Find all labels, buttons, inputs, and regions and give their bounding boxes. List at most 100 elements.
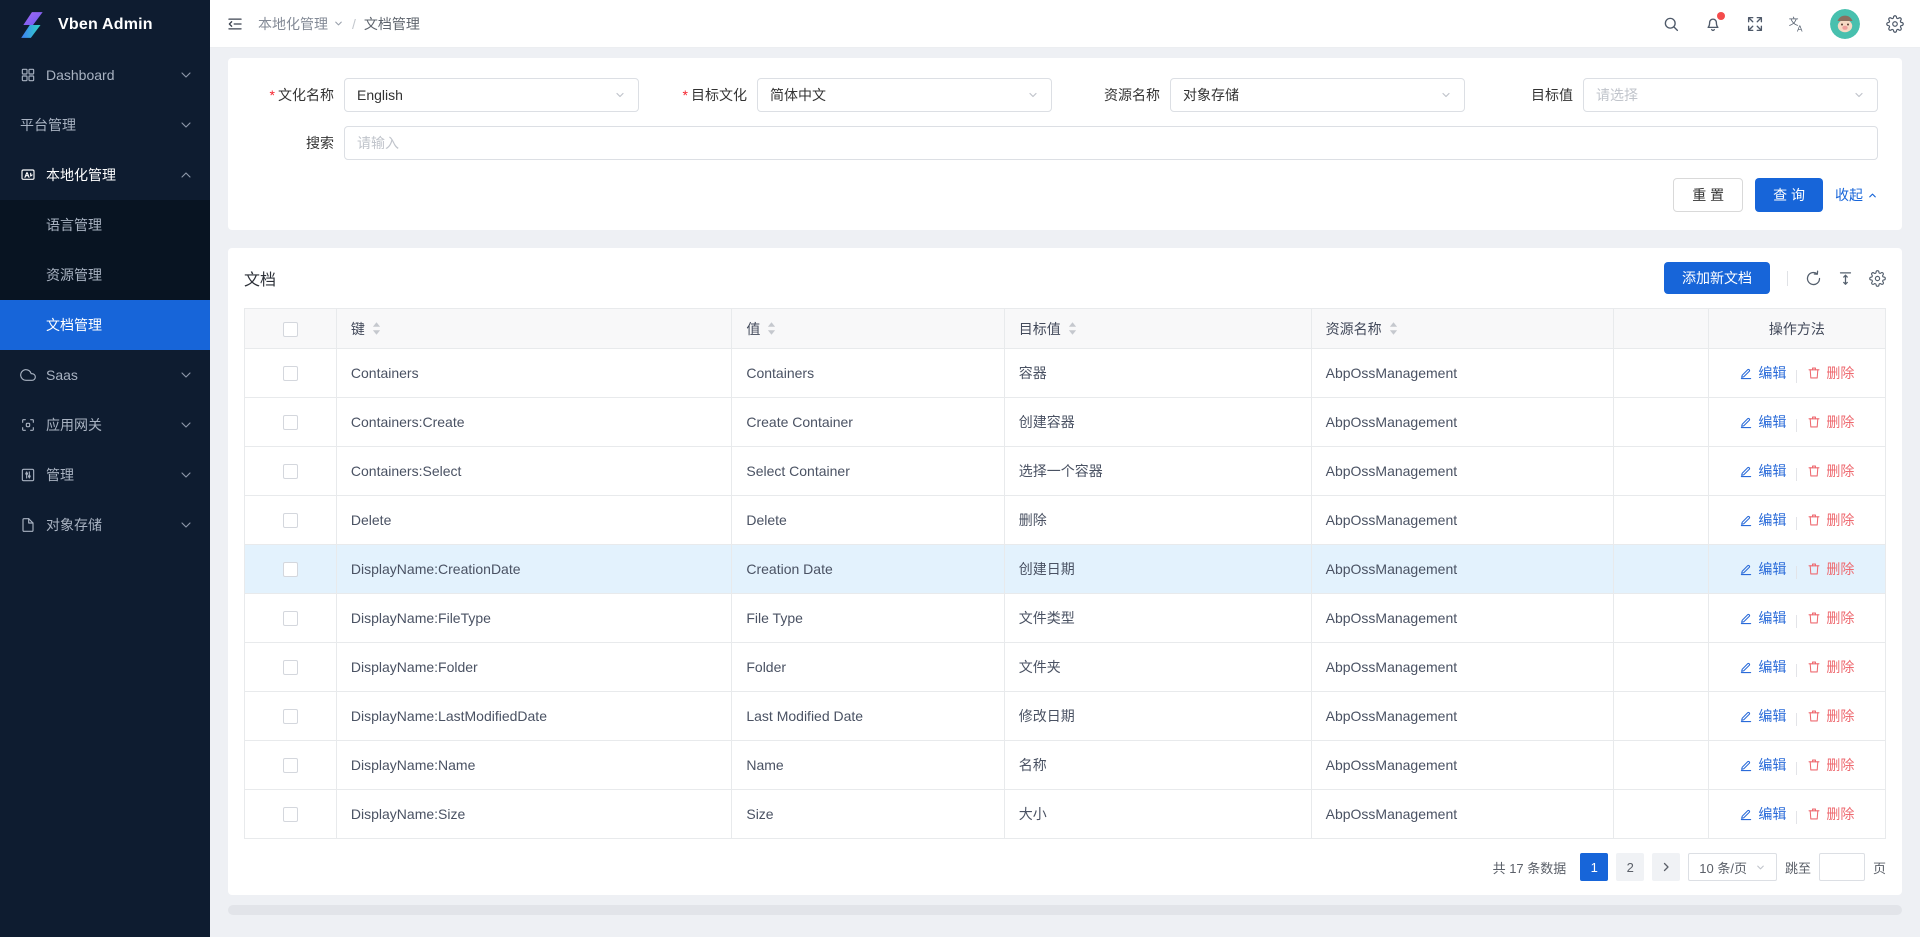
row-checkbox[interactable] xyxy=(283,562,298,577)
page-button-1[interactable]: 1 xyxy=(1580,853,1608,881)
search-icon[interactable] xyxy=(1662,15,1680,33)
settings-gear-icon[interactable] xyxy=(1886,15,1904,33)
reset-button[interactable]: 重 置 xyxy=(1673,178,1743,212)
cell-value: Delete xyxy=(732,496,1004,545)
action-divider xyxy=(1796,811,1797,824)
edit-button[interactable]: 编辑 xyxy=(1739,559,1786,579)
horizontal-scrollbar[interactable] xyxy=(228,905,1902,915)
sidebar-item-platform-management[interactable]: 平台管理 xyxy=(0,100,210,150)
delete-button[interactable]: 删除 xyxy=(1807,510,1854,530)
next-page-button[interactable] xyxy=(1652,853,1680,881)
row-checkbox[interactable] xyxy=(283,611,298,626)
row-checkbox[interactable] xyxy=(283,464,298,479)
jump-to-page-input[interactable] xyxy=(1819,853,1865,881)
delete-button[interactable]: 删除 xyxy=(1807,559,1854,579)
cell-empty xyxy=(1613,741,1708,790)
delete-button[interactable]: 删除 xyxy=(1807,804,1854,824)
sidebar-subitem-document-management[interactable]: 文档管理 xyxy=(0,300,210,350)
delete-button[interactable]: 删除 xyxy=(1807,412,1854,432)
edit-button[interactable]: 编辑 xyxy=(1739,412,1786,432)
delete-trash-icon xyxy=(1807,807,1821,821)
culture-name-select[interactable]: English xyxy=(344,78,639,112)
user-avatar[interactable] xyxy=(1830,9,1860,39)
row-checkbox[interactable] xyxy=(283,807,298,822)
notification-bell-icon[interactable] xyxy=(1704,15,1722,33)
action-divider xyxy=(1796,517,1797,530)
sort-caret-icon[interactable] xyxy=(1068,321,1077,336)
column-header-resource[interactable]: 资源名称 xyxy=(1311,309,1613,349)
refresh-icon[interactable] xyxy=(1805,270,1822,287)
field-target-culture: *目标文化 简体中文 xyxy=(665,78,1052,112)
query-button[interactable]: 查 询 xyxy=(1755,178,1823,212)
delete-trash-icon xyxy=(1807,415,1821,429)
cell-value: Create Container xyxy=(732,398,1004,447)
edit-button[interactable]: 编辑 xyxy=(1739,363,1786,383)
edit-button[interactable]: 编辑 xyxy=(1739,755,1786,775)
sidebar-subitem-resource-management[interactable]: 资源管理 xyxy=(0,250,210,300)
breadcrumb-item-localization[interactable]: 本地化管理 xyxy=(258,14,344,34)
sort-caret-icon[interactable] xyxy=(1389,321,1398,336)
row-checkbox[interactable] xyxy=(283,758,298,773)
chevron-down-icon xyxy=(1027,89,1039,101)
edit-button[interactable]: 编辑 xyxy=(1739,657,1786,677)
table-settings-gear-icon[interactable] xyxy=(1869,270,1886,287)
column-header-value[interactable]: 值 xyxy=(732,309,1004,349)
sidebar-collapse-icon[interactable] xyxy=(226,15,244,33)
cell-key: Containers xyxy=(336,349,731,398)
row-checkbox[interactable] xyxy=(283,415,298,430)
cloud-icon xyxy=(20,367,36,383)
delete-button[interactable]: 删除 xyxy=(1807,461,1854,481)
row-height-icon[interactable] xyxy=(1837,270,1854,287)
row-checkbox[interactable] xyxy=(283,709,298,724)
delete-button[interactable]: 删除 xyxy=(1807,657,1854,677)
delete-button[interactable]: 删除 xyxy=(1807,755,1854,775)
fullscreen-icon[interactable] xyxy=(1746,15,1764,33)
chevron-down-icon xyxy=(1755,862,1766,873)
app-logo[interactable]: Vben Admin xyxy=(0,0,210,50)
search-input[interactable] xyxy=(344,126,1878,160)
edit-button[interactable]: 编辑 xyxy=(1739,608,1786,628)
delete-button[interactable]: 删除 xyxy=(1807,363,1854,383)
cell-key: Delete xyxy=(336,496,731,545)
delete-button[interactable]: 删除 xyxy=(1807,608,1854,628)
select-all-checkbox[interactable] xyxy=(283,322,298,337)
sidebar-subitem-language-management[interactable]: 语言管理 xyxy=(0,200,210,250)
collapse-form-link[interactable]: 收起 xyxy=(1835,185,1878,205)
cell-value: Folder xyxy=(732,643,1004,692)
sidebar-item-management[interactable]: 管理 xyxy=(0,450,210,500)
sidebar-item-label: 本地化管理 xyxy=(46,165,168,185)
sort-caret-icon[interactable] xyxy=(767,321,776,336)
translate-icon[interactable]: 文A xyxy=(1788,15,1806,33)
edit-button[interactable]: 编辑 xyxy=(1739,461,1786,481)
row-checkbox[interactable] xyxy=(283,513,298,528)
sidebar-subitem-label: 资源管理 xyxy=(46,265,102,285)
column-header-actions: 操作方法 xyxy=(1708,309,1885,349)
sidebar-item-label: 管理 xyxy=(46,465,168,485)
breadcrumb-item-document[interactable]: 文档管理 xyxy=(364,14,420,34)
column-header-target-value[interactable]: 目标值 xyxy=(1004,309,1311,349)
edit-button[interactable]: 编辑 xyxy=(1739,804,1786,824)
add-document-button[interactable]: 添加新文档 xyxy=(1664,262,1770,294)
row-checkbox[interactable] xyxy=(283,660,298,675)
sidebar: Vben Admin Dashboard平台管理本地化管理语言管理资源管理文档管… xyxy=(0,0,210,937)
gateway-icon xyxy=(20,417,36,433)
sidebar-item-dashboard[interactable]: Dashboard xyxy=(0,50,210,100)
edit-button[interactable]: 编辑 xyxy=(1739,706,1786,726)
delete-button[interactable]: 删除 xyxy=(1807,706,1854,726)
sidebar-item-object-storage[interactable]: 对象存储 xyxy=(0,500,210,550)
edit-button[interactable]: 编辑 xyxy=(1739,510,1786,530)
target-value-select[interactable]: 请选择 xyxy=(1583,78,1878,112)
sidebar-subitem-label: 文档管理 xyxy=(46,315,102,335)
target-culture-select[interactable]: 简体中文 xyxy=(757,78,1052,112)
column-header-key[interactable]: 键 xyxy=(336,309,731,349)
resource-name-select[interactable]: 对象存储 xyxy=(1170,78,1465,112)
sidebar-item-localization-management[interactable]: 本地化管理 xyxy=(0,150,210,200)
sidebar-item-app-gateway[interactable]: 应用网关 xyxy=(0,400,210,450)
action-divider xyxy=(1796,664,1797,677)
sidebar-item-saas[interactable]: Saas xyxy=(0,350,210,400)
page-button-2[interactable]: 2 xyxy=(1616,853,1644,881)
page-size-select[interactable]: 10 条/页 xyxy=(1688,853,1777,881)
row-checkbox[interactable] xyxy=(283,366,298,381)
cell-resource: AbpOssManagement xyxy=(1311,398,1613,447)
sort-caret-icon[interactable] xyxy=(372,321,381,336)
